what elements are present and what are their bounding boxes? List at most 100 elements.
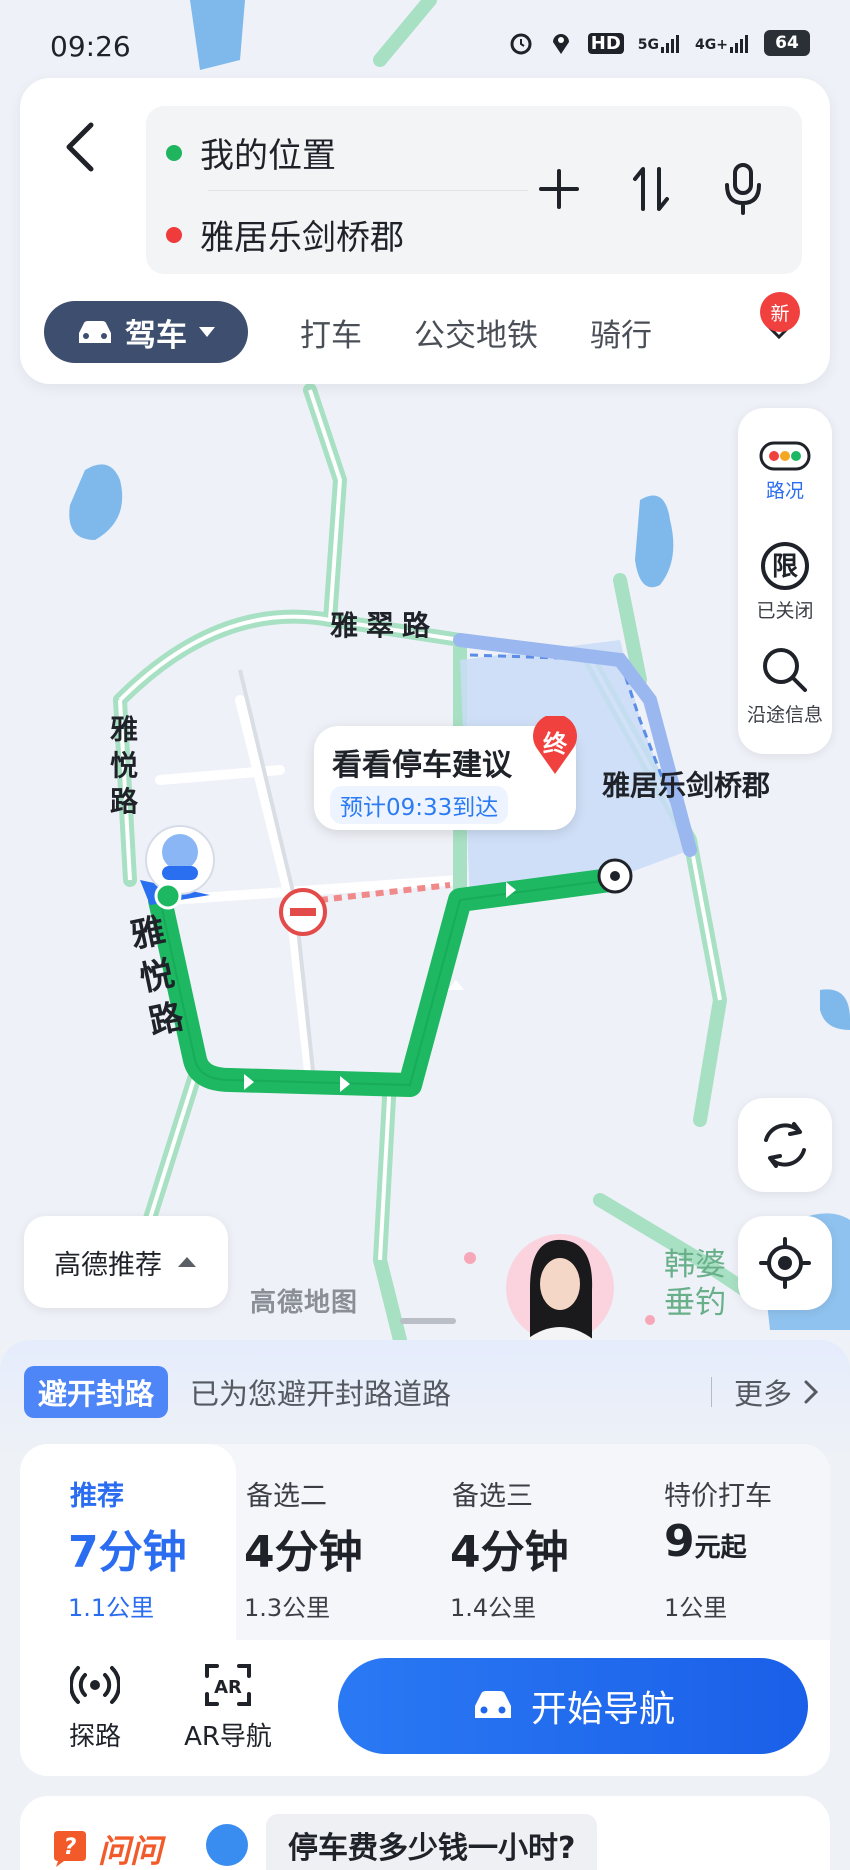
tab-transit[interactable]: 公交地铁	[414, 310, 538, 355]
voice-button[interactable]	[714, 158, 772, 220]
origin-dot	[166, 144, 182, 161]
route-distance: 1.4公里	[450, 1594, 537, 1622]
new-badge: 新	[760, 292, 800, 332]
traffic-toggle[interactable]: 路况	[738, 440, 832, 503]
signal-4g: 4G+	[695, 33, 750, 53]
probe-label: 探路	[68, 1722, 121, 1752]
battery-indicator: 64	[764, 30, 810, 56]
eta-label: 预计09:33到达	[330, 786, 509, 824]
add-waypoint-button[interactable]	[530, 158, 588, 220]
signal-bars-icon-2	[730, 35, 748, 53]
plus-icon	[539, 169, 579, 209]
restriction-label: 已关闭	[756, 600, 814, 622]
hd-label: HD	[587, 32, 624, 54]
end-marker-icon: 终	[530, 714, 580, 776]
swap-button[interactable]	[622, 158, 680, 220]
route-option-alt3[interactable]: 备选三 4分钟 1.4公里	[432, 1444, 628, 1640]
restriction-toggle[interactable]: 限 已关闭	[738, 540, 832, 623]
route-label: 备选二	[246, 1481, 327, 1512]
route-inputs: 我的位置 雅居乐剑桥郡	[146, 106, 802, 274]
road-label-yacui: 雅翠路	[330, 609, 439, 642]
svg-text:AR: AR	[214, 1677, 242, 1698]
caret-down-icon	[199, 327, 215, 337]
car-icon	[474, 1691, 511, 1718]
tab-drive[interactable]: 驾车	[44, 301, 248, 363]
avoid-closure-bar[interactable]: 避开封路 已为您避开封路道路 更多	[24, 1366, 824, 1418]
radar-icon	[70, 1666, 120, 1704]
alarm-icon	[510, 33, 532, 55]
ask-card: ? 问问 停车费多少钱一小时?	[20, 1796, 830, 1870]
road-label-yayue-top-text: 雅悦路	[110, 713, 139, 818]
status-bar: 09:26 HD 5G 4G+ 64	[0, 0, 850, 80]
no-entry-icon	[279, 888, 327, 936]
inputs-divider	[208, 190, 528, 191]
origin-field[interactable]: 我的位置	[166, 128, 336, 177]
avoid-more-link[interactable]: 更多	[710, 1366, 818, 1418]
travel-mode-tabs: 驾车 打车 公交地铁 骑行 新	[44, 292, 824, 364]
tab-taxi[interactable]: 打车	[300, 310, 362, 355]
route-time: 4分钟	[450, 1527, 569, 1578]
route-time: 4分钟	[244, 1527, 363, 1578]
route-results-panel: 避开封路 已为您避开封路道路 更多 推荐 7分钟 1.1公里 备选二 4分钟 1…	[0, 1318, 850, 1870]
swap-icon	[633, 167, 669, 211]
drag-handle[interactable]	[400, 1318, 456, 1324]
caret-up-icon	[178, 1257, 196, 1267]
route-option-alt2[interactable]: 备选二 4分钟 1.3公里	[236, 1444, 432, 1640]
destination-dot	[166, 226, 182, 243]
avoid-more-label: 更多	[733, 1377, 792, 1411]
crosshair-icon	[759, 1237, 811, 1289]
route-label: 备选三	[452, 1481, 533, 1512]
map-watermark: 高德地图	[250, 1288, 359, 1318]
recommend-sort-button[interactable]: 高德推荐	[24, 1216, 228, 1308]
ar-icon: AR	[205, 1664, 251, 1706]
route-distance: 1.1公里	[68, 1594, 155, 1622]
refresh-icon	[764, 1122, 806, 1168]
location-icon	[552, 34, 569, 54]
start-navigation-label: 开始导航	[530, 1689, 675, 1730]
destination-point-icon	[597, 858, 633, 894]
ask-question-chip[interactable]: 停车费多少钱一小时?	[266, 1814, 598, 1870]
route-option-recommended[interactable]: 推荐 7分钟 1.1公里	[20, 1444, 236, 1640]
map-tools-panel: 路况 限 已关闭 沿途信息	[738, 408, 832, 754]
destination-label[interactable]: 雅居乐剑桥郡	[602, 764, 770, 804]
road-label-yayue-top: 雅悦路	[110, 712, 140, 820]
probe-button[interactable]: 探路	[40, 1662, 150, 1753]
route-distance: 1.3公里	[244, 1594, 331, 1622]
avoid-closure-text: 已为您避开封路道路	[190, 1377, 452, 1411]
route-label: 推荐	[70, 1481, 124, 1512]
assistant-avatar[interactable]	[500, 1228, 620, 1342]
more-modes-button[interactable]: 新	[754, 292, 804, 356]
ask-logo: ? 问问	[50, 1826, 162, 1870]
status-time: 09:26	[50, 30, 131, 63]
ar-navigation-button[interactable]: AR AR导航	[168, 1662, 288, 1753]
status-icons: HD 5G 4G+ 64	[508, 30, 810, 56]
ask-avatar-icon	[206, 1824, 248, 1866]
restriction-glyph: 限	[772, 552, 798, 582]
route-planner-card: 我的位置 雅居乐剑桥郡 驾车 打车 公交地铁 骑行 新	[20, 78, 830, 384]
route-actions: 探路 AR AR导航 开始导航	[20, 1640, 830, 1776]
route-time: 7分钟	[68, 1527, 187, 1578]
route-option-taxi[interactable]: 特价打车 9元起 1公里	[628, 1444, 830, 1640]
svg-text:?: ?	[64, 1835, 77, 1860]
refresh-route-button[interactable]	[738, 1098, 832, 1192]
avoid-separator	[710, 1377, 712, 1407]
route-options-card: 推荐 7分钟 1.1公里 备选二 4分钟 1.3公里 备选三 4分钟 1.4公里…	[20, 1444, 830, 1776]
signal-bars-icon	[661, 35, 680, 53]
destination-field[interactable]: 雅居乐剑桥郡	[166, 210, 404, 259]
locate-me-button[interactable]	[738, 1216, 832, 1310]
taxi-price-unit: 元起	[694, 1533, 747, 1563]
chevron-right-icon	[804, 1380, 818, 1404]
recommend-label: 高德推荐	[54, 1249, 162, 1281]
route-label: 特价打车	[664, 1481, 772, 1512]
origin-text: 我的位置	[200, 136, 336, 176]
along-route-label: 沿途信息	[746, 704, 823, 726]
poi-label-text: 韩婆 垂钓	[664, 1247, 726, 1321]
taxi-price-value: 9	[664, 1516, 695, 1567]
avoid-closure-tag: 避开封路	[24, 1366, 169, 1418]
back-button[interactable]	[50, 112, 110, 182]
search-icon	[763, 648, 807, 692]
start-navigation-button[interactable]: 开始导航	[338, 1658, 808, 1754]
tab-bike[interactable]: 骑行	[590, 310, 652, 355]
signal-5g-label: 5G	[637, 37, 660, 53]
along-route-button[interactable]: 沿途信息	[738, 644, 832, 727]
